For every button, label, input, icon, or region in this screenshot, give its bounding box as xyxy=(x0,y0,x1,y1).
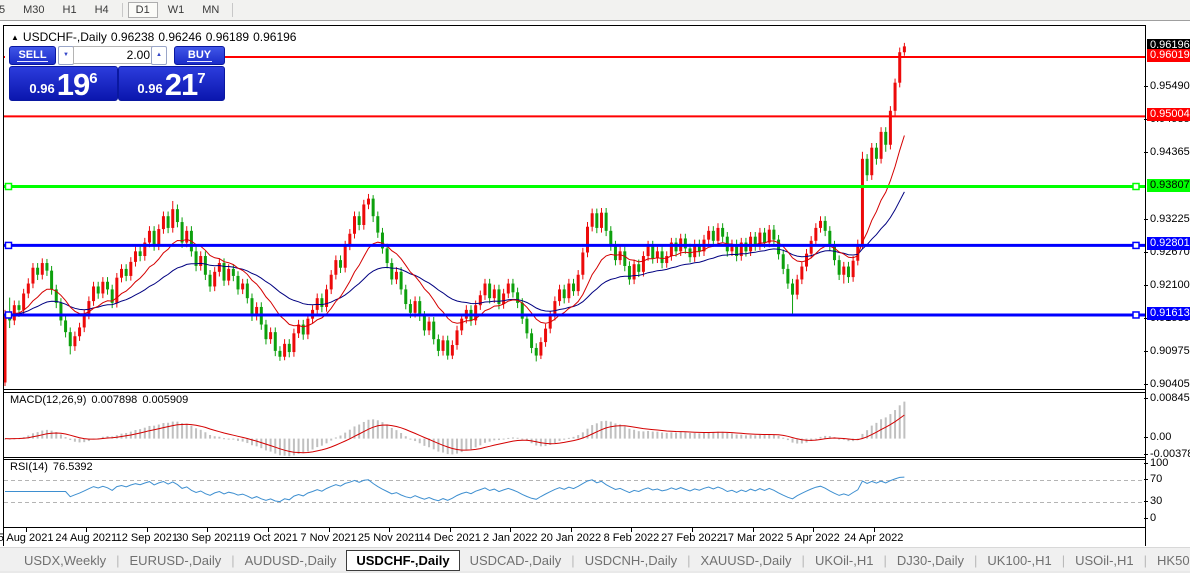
price-level-badge: 0.92801 xyxy=(1147,237,1190,250)
buy-button[interactable]: BUY xyxy=(174,46,225,65)
chart-tab-eurusd-daily[interactable]: EURUSD-,Daily xyxy=(120,551,232,570)
price-axis-tick xyxy=(1144,398,1148,399)
timeframe-button-H1[interactable]: H1 xyxy=(55,2,85,18)
timeframe-button-MN[interactable]: MN xyxy=(194,2,227,18)
chart-tab-ukoil-h1[interactable]: UKOil-,H1 xyxy=(805,551,884,570)
time-axis-label: 19 Oct 2021 xyxy=(237,532,298,544)
time-axis-label: 7 Nov 2021 xyxy=(300,532,357,544)
timeframe-button-5[interactable]: 5 xyxy=(0,2,13,18)
ask-price-box[interactable]: 0.96 21 7 xyxy=(118,66,225,101)
rsi-value: 76.5392 xyxy=(52,461,93,473)
chart-window: ▲ USDCHF-,Daily 0.96238 0.96246 0.96189 0.961… xyxy=(0,25,1146,546)
chart-tab-dj30-daily[interactable]: DJ30-,Daily xyxy=(887,551,974,570)
time-axis-label: 8 Feb 2022 xyxy=(603,532,660,544)
price-axis-label: 0.95490 xyxy=(1150,80,1190,92)
chart-tab-usdcnh-daily[interactable]: USDCNH-,Daily xyxy=(575,551,687,570)
bid-price-prefix: 0.96 xyxy=(29,81,55,96)
bid-price-big: 19 xyxy=(56,67,90,102)
volume-decrease-button[interactable]: ▼ xyxy=(58,46,74,65)
time-axis-label: 27 Feb 2022 xyxy=(661,532,723,544)
rsi-axis-label: 100 xyxy=(1150,457,1169,469)
timeframe-button-W1[interactable]: W1 xyxy=(160,2,193,18)
rsi-bottom-border xyxy=(4,527,1145,528)
time-axis-label: 30 Sep 2021 xyxy=(176,532,239,544)
spin-down-icon: ▼ xyxy=(63,52,69,58)
time-axis-label: 24 Aug 2021 xyxy=(55,532,118,544)
rsi-indicator-label: RSI(14) 76.5392 xyxy=(10,461,93,473)
ohlc-open: 0.96238 xyxy=(110,30,155,44)
volume-input[interactable]: 2.00 xyxy=(73,46,157,64)
chart-tab-usdcad-daily[interactable]: USDCAD-,Daily xyxy=(460,551,572,570)
time-axis-label: 24 Apr 2022 xyxy=(844,532,904,544)
ohlc-close: 0.96196 xyxy=(253,30,297,44)
chart-tab-uk100-h1[interactable]: UK100-,H1 xyxy=(977,551,1061,570)
price-axis-label: 0.92100 xyxy=(1150,279,1190,291)
price-axis-tick xyxy=(1144,463,1148,464)
ohlc-high: 0.96246 xyxy=(158,30,202,44)
time-axis-label: 20 Jan 2022 xyxy=(540,532,602,544)
price-level-badge: 0.95004 xyxy=(1147,108,1190,121)
macd-axis-label: 0.00 xyxy=(1150,431,1172,443)
price-level-badge: 0.91613 xyxy=(1147,307,1190,320)
rsi-axis-label: 30 xyxy=(1150,495,1163,507)
ohlc-low: 0.96189 xyxy=(205,30,250,44)
ask-price-pip: 7 xyxy=(197,70,206,87)
price-axis-tick xyxy=(1144,437,1148,438)
chart-title: ▲ USDCHF-,Daily 0.96238 0.96246 0.96189 0.961… xyxy=(11,30,300,44)
time-axis-label: 5 Apr 2022 xyxy=(786,532,840,544)
sell-button[interactable]: SELL xyxy=(9,46,56,65)
chart-tab-audusd-daily[interactable]: AUDUSD-,Daily xyxy=(235,551,347,570)
toolbar-separator xyxy=(232,3,234,17)
timeframe-button-D1[interactable]: D1 xyxy=(127,2,158,18)
price-axis[interactable]: 0.954900.949350.943650.932250.926700.921… xyxy=(1144,25,1190,545)
macd-signal-value: 0.005909 xyxy=(142,394,189,406)
panel-separator[interactable] xyxy=(4,389,1145,390)
one-click-trading-panel: SELL ▼ 2.00 ▲ BUY 0.96 19 6 0.96 21 7 xyxy=(5,46,225,101)
chart-tab-usoil-h1[interactable]: USOil-,H1 xyxy=(1065,551,1144,570)
price-axis-tick xyxy=(1144,518,1148,519)
rsi-chart-canvas[interactable] xyxy=(4,460,1145,527)
rsi-axis-label: 70 xyxy=(1150,473,1163,485)
bid-price-box[interactable]: 0.96 19 6 xyxy=(9,66,118,101)
price-level-badge: 0.93807 xyxy=(1147,179,1190,192)
chart-tab-usdx-weekly[interactable]: USDX,Weekly xyxy=(14,551,116,570)
chart-tab-bar: USDX,Weekly | EURUSD-,Daily | AUDUSD-,Daily U… xyxy=(0,547,1190,572)
price-axis-tick xyxy=(1144,454,1148,455)
time-axis-label: 25 Nov 2021 xyxy=(357,532,421,544)
toolbar-separator xyxy=(121,3,123,17)
macd-axis-label: 0.008455 xyxy=(1150,392,1190,404)
timeframe-button-H4[interactable]: H4 xyxy=(87,2,117,18)
time-axis-label: 12 Sep 2021 xyxy=(115,532,178,544)
panel-separator[interactable] xyxy=(4,457,1145,458)
time-axis-label: 5 Aug 2021 xyxy=(0,532,54,544)
price-axis-label: 0.90405 xyxy=(1150,378,1190,390)
time-axis-label: 17 Mar 2022 xyxy=(721,532,784,544)
price-axis-label: 0.90975 xyxy=(1150,345,1190,357)
spin-up-icon: ▲ xyxy=(156,52,162,58)
price-axis-label: 0.93225 xyxy=(1150,213,1190,225)
price-axis-tick xyxy=(1144,501,1148,502)
ask-price-big: 21 xyxy=(164,67,198,102)
chart-tab-usdchf-daily[interactable]: USDCHF-,Daily xyxy=(346,549,460,571)
bid-price-pip: 6 xyxy=(89,70,98,87)
timeframe-button-M30[interactable]: M30 xyxy=(15,2,52,18)
chart-symbol-period: USDCHF-,Daily xyxy=(22,30,107,44)
time-axis[interactable]: 5 Aug 2021 24 Aug 2021 12 Sep 2021 30 Sep 2… xyxy=(0,528,1145,546)
price-axis-label: 0.94365 xyxy=(1150,146,1190,158)
macd-indicator-label: MACD(12,26,9) 0.007898 0.005909 xyxy=(10,394,189,406)
macd-main-value: 0.007898 xyxy=(91,394,138,406)
time-axis-label: 2 Jan 2022 xyxy=(483,532,538,544)
volume-increase-button[interactable]: ▲ xyxy=(151,46,167,65)
rsi-axis-label: 0 xyxy=(1150,512,1157,524)
timeframe-toolbar: 5 M30 H1 H4 D1 W1 MN xyxy=(0,0,1190,21)
expand-triangle-icon[interactable]: ▲ xyxy=(11,33,19,42)
time-axis-label: 14 Dec 2021 xyxy=(418,532,481,544)
price-level-badge: 0.96019 xyxy=(1147,49,1190,62)
chart-tab-hk50-h1[interactable]: HK50-,H1 xyxy=(1147,551,1190,570)
ask-price-prefix: 0.96 xyxy=(137,81,163,96)
chart-tab-xauusd-daily[interactable]: XAUUSD-,Daily xyxy=(691,551,802,570)
price-axis-tick xyxy=(1144,479,1148,480)
